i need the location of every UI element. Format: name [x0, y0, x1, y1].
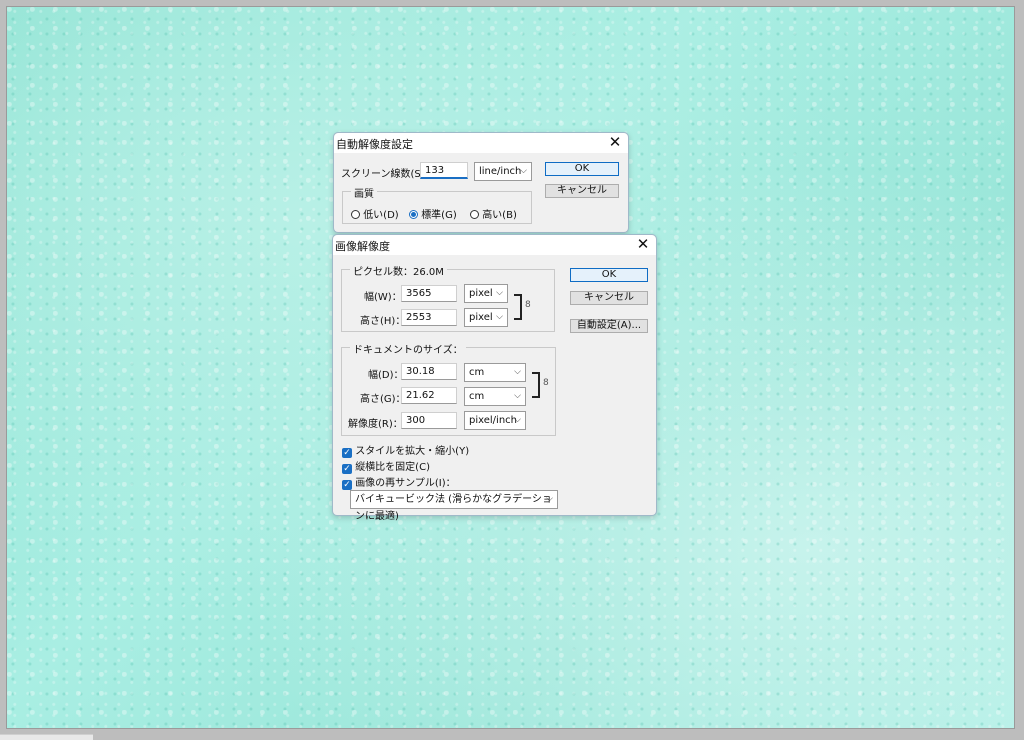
doc-width-unit-value: cm [469, 367, 485, 378]
auto-resolution-titlebar[interactable]: 自動解像度設定 ✕ [334, 133, 628, 153]
height-label: 高さ(H)： [360, 316, 406, 327]
document-size-legend: ドキュメントのサイズ： [350, 341, 466, 356]
auto-resolution-dialog: 自動解像度設定 ✕ スクリーン線数(S)： 133 line/inch ⌵ OK… [333, 132, 629, 233]
width-label: 幅(W)： [364, 292, 402, 303]
close-icon[interactable]: ✕ [636, 236, 650, 252]
constrain-proportions-checkbox[interactable]: ✓ 縦横比を固定(C) [342, 458, 430, 474]
chevron-down-icon: ⌵ [514, 391, 521, 401]
radio-icon [351, 210, 360, 219]
constrain-proportions-label: 縦横比を固定(C) [355, 462, 430, 473]
dialog-title: 自動解像度設定 [336, 138, 413, 151]
radio-icon [470, 210, 479, 219]
quality-low-option[interactable]: 低い(D) [351, 206, 399, 221]
pixel-dimensions-legend: ピクセル数：26.0M [350, 263, 447, 278]
cancel-button[interactable]: キャンセル [545, 184, 619, 198]
resolution-input[interactable]: 300 [401, 412, 457, 429]
ok-button[interactable]: OK [545, 162, 619, 176]
quality-low-label: 低い(D) [363, 210, 399, 221]
quality-high-label: 高い(B) [482, 210, 517, 221]
constrain-bracket [514, 294, 522, 320]
height-unit-select[interactable]: pixel ⌵ [464, 308, 508, 327]
scale-styles-checkbox[interactable]: ✓ スタイルを拡大・縮小(Y) [342, 442, 469, 458]
width-unit-value: pixel [469, 288, 493, 299]
doc-height-label: 高さ(G)： [360, 394, 406, 405]
doc-width-unit-select[interactable]: cm ⌵ [464, 363, 526, 382]
quality-legend: 画質 [351, 185, 377, 200]
doc-height-input[interactable]: 21.62 [401, 387, 457, 404]
quality-high-option[interactable]: 高い(B) [470, 206, 517, 221]
auto-button[interactable]: 自動設定(A)... [570, 319, 648, 333]
resolution-label: 解像度(R)： [348, 419, 403, 430]
constrain-bracket [532, 372, 540, 398]
scale-styles-label: スタイルを拡大・縮小(Y) [355, 446, 470, 457]
status-bar [0, 734, 93, 740]
screen-unit-value: line/inch [479, 166, 522, 177]
chevron-down-icon: ⌵ [496, 288, 503, 298]
close-icon[interactable]: ✕ [608, 134, 622, 150]
ok-button[interactable]: OK [570, 268, 648, 282]
image-size-titlebar[interactable]: 画像解像度 ✕ [333, 235, 656, 255]
doc-height-unit-value: cm [469, 391, 485, 402]
resolution-unit-select[interactable]: pixel/inch ⌵ [464, 411, 526, 430]
resample-label: 画像の再サンプル(I)： [355, 478, 456, 489]
image-size-dialog: 画像解像度 ✕ ピクセル数：26.0M 幅(W)： 3565 pixel ⌵ 高… [332, 234, 657, 522]
width-unit-select[interactable]: pixel ⌵ [464, 284, 508, 303]
width-input[interactable]: 3565 [401, 285, 457, 302]
checkbox-checked-icon: ✓ [342, 480, 352, 490]
chevron-down-icon: ⌵ [496, 312, 503, 322]
pixel-dimensions-group: ピクセル数：26.0M 幅(W)： 3565 pixel ⌵ 高さ(H)： 25… [341, 263, 555, 332]
screen-frequency-input[interactable]: 133 [420, 162, 468, 179]
chevron-down-icon: ⌵ [546, 494, 553, 504]
doc-width-input[interactable]: 30.18 [401, 363, 457, 380]
height-input[interactable]: 2553 [401, 309, 457, 326]
chevron-down-icon: ⌵ [520, 166, 527, 176]
doc-width-label: 幅(D)： [368, 370, 404, 381]
checkbox-checked-icon: ✓ [342, 448, 352, 458]
resample-checkbox[interactable]: ✓ 画像の再サンプル(I)： [342, 474, 456, 490]
checkbox-checked-icon: ✓ [342, 464, 352, 474]
quality-standard-option[interactable]: 標準(G) [409, 206, 457, 221]
doc-height-unit-select[interactable]: cm ⌵ [464, 387, 526, 406]
quality-standard-label: 標準(G) [421, 210, 457, 221]
resolution-unit-value: pixel/inch [469, 415, 517, 426]
dialog-title: 画像解像度 [335, 240, 390, 253]
link-icon: 8 [543, 378, 549, 388]
quality-group: 画質 低い(D) 標準(G) 高い(B) [342, 185, 532, 224]
height-unit-value: pixel [469, 312, 493, 323]
radio-selected-icon [409, 210, 418, 219]
chevron-down-icon: ⌵ [514, 415, 521, 425]
chevron-down-icon: ⌵ [514, 367, 521, 377]
screen-unit-select[interactable]: line/inch ⌵ [474, 162, 532, 181]
resample-method-select[interactable]: バイキュービック法 (滑らかなグラデーションに最適) ⌵ [350, 490, 558, 522]
link-icon: 8 [525, 300, 531, 310]
document-size-group: ドキュメントのサイズ： 幅(D)： 30.18 cm ⌵ 高さ(G)： 21.6… [341, 341, 556, 436]
cancel-button[interactable]: キャンセル [570, 291, 648, 305]
